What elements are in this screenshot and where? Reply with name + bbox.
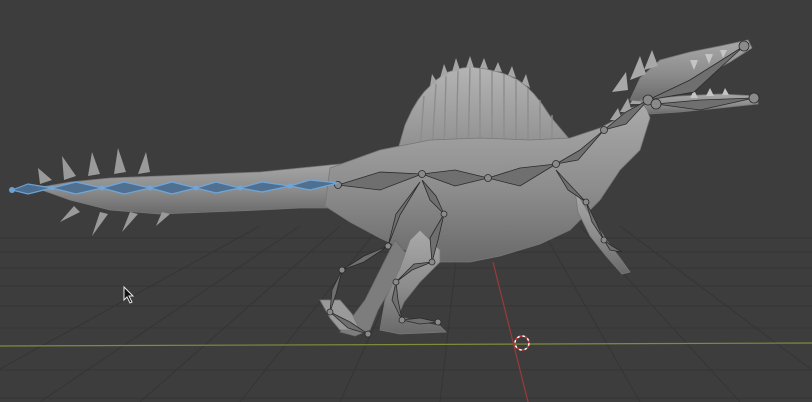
y-axis-line xyxy=(492,261,529,402)
3d-cursor-icon[interactable] xyxy=(514,335,530,351)
viewport-canvas[interactable] xyxy=(0,0,812,402)
x-axis-line xyxy=(0,342,812,347)
3d-viewport[interactable] xyxy=(0,0,812,402)
